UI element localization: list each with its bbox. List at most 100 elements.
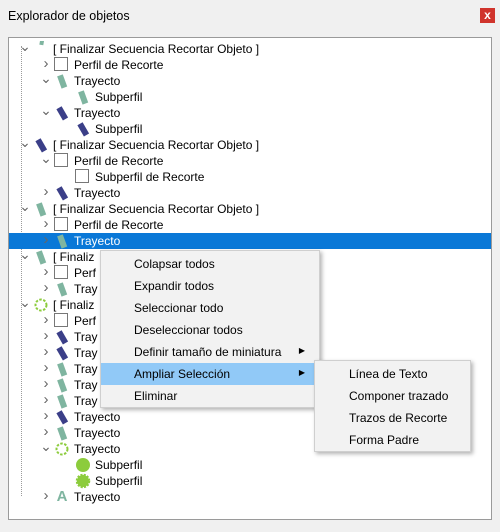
- context-menu-item[interactable]: Eliminar: [101, 385, 319, 407]
- path-segment-icon: [54, 281, 70, 297]
- submenu-arrow-icon: ▶: [298, 368, 305, 377]
- chevron-down-icon[interactable]: ⌄: [38, 103, 54, 121]
- checkbox[interactable]: [54, 153, 68, 167]
- tree-item-label: Perf: [74, 266, 97, 280]
- chevron-down-icon[interactable]: ⌄: [17, 135, 33, 153]
- tree-item-label: [ Finalizar Secuencia Recortar Objeto ]: [53, 42, 260, 56]
- tree-item-label: Tray: [74, 282, 98, 296]
- tree-row[interactable]: ⌄ Perfil de Recorte: [9, 151, 491, 169]
- tree-item-label: Trayecto: [74, 442, 121, 456]
- tree-row[interactable]: Subperfil: [9, 473, 491, 489]
- context-menu-item[interactable]: Ampliar Selección ▶: [101, 363, 319, 385]
- chevron-down-icon[interactable]: ⌄: [38, 71, 54, 89]
- tree-row[interactable]: › Trayecto: [9, 184, 491, 201]
- tree-item-label: Perf: [74, 314, 97, 328]
- context-menu-item[interactable]: Definir tamaño de miniatura ▶: [101, 341, 319, 363]
- path-segment-icon: [54, 233, 70, 249]
- tree-item-label: Subperfil: [95, 122, 143, 136]
- tree-item-label: Tray: [74, 362, 98, 376]
- checkbox[interactable]: [54, 265, 68, 279]
- chevron-down-icon[interactable]: ⌄: [17, 199, 33, 217]
- path-segment-icon: [54, 361, 70, 377]
- menu-item-label: Seleccionar todo: [134, 301, 224, 315]
- submenu-item[interactable]: Forma Padre: [315, 429, 470, 451]
- tree-row[interactable]: › Perfil de Recorte: [9, 56, 491, 73]
- chevron-right-icon[interactable]: ›: [38, 488, 54, 505]
- submenu-item[interactable]: Componer trazado: [315, 385, 470, 407]
- menu-item-label: Definir tamaño de miniatura: [134, 345, 282, 359]
- path-segment-icon: [54, 105, 70, 121]
- tree-item-label: Trayecto: [74, 186, 121, 200]
- checkbox[interactable]: [54, 57, 68, 71]
- tree-item-label: Trayecto: [74, 426, 121, 440]
- tree-row[interactable]: ⌄ Trayecto: [9, 71, 491, 89]
- submenu-item[interactable]: Trazos de Recorte: [315, 407, 470, 429]
- close-icon[interactable]: x: [480, 8, 495, 23]
- path-segment-icon: [75, 121, 91, 137]
- context-menu-item[interactable]: Expandir todos: [101, 275, 319, 297]
- chevron-down-icon[interactable]: ⌄: [17, 295, 33, 313]
- tree-row[interactable]: Subperfil: [9, 457, 491, 473]
- tree-item-label: [ Finalizar Secuencia Recortar Objeto ]: [53, 202, 260, 216]
- tree-item-label: Trayecto: [74, 234, 121, 248]
- tree-row[interactable]: Subperfil: [9, 121, 491, 137]
- chevron-down-icon[interactable]: ⌄: [17, 39, 33, 57]
- chevron-right-icon[interactable]: ›: [38, 184, 54, 201]
- context-menu-item[interactable]: Colapsar todos: [101, 253, 319, 275]
- path-segment-icon: [54, 425, 70, 441]
- tree-item-label: Tray: [74, 378, 98, 392]
- expand-selection-submenu: Línea de Texto Componer trazado Trazos de …: [314, 360, 471, 452]
- tree-item-label: [ Finaliz: [53, 298, 95, 312]
- tree-row[interactable]: Subperfil: [9, 89, 491, 105]
- chevron-down-icon[interactable]: ⌄: [17, 247, 33, 265]
- checkbox[interactable]: [75, 169, 89, 183]
- checkbox[interactable]: [54, 313, 68, 327]
- context-menu-item[interactable]: Deseleccionar todos: [101, 319, 319, 341]
- tree-row[interactable]: Subperfil de Recorte: [9, 169, 491, 185]
- tree-item-label: Perfil de Recorte: [74, 154, 164, 168]
- tree-item-label: [ Finalizar Secuencia Recortar Objeto ]: [53, 138, 260, 152]
- circle-icon: [75, 457, 91, 473]
- tree-row[interactable]: › Perfil de Recorte: [9, 216, 491, 233]
- tree-item-label: Tray: [74, 330, 98, 344]
- path-segment-icon: [54, 329, 70, 345]
- tree-item-label: Trayecto: [74, 490, 121, 504]
- chevron-down-icon[interactable]: ⌄: [38, 151, 54, 169]
- path-segment-icon: [54, 377, 70, 393]
- path-segment-icon: [54, 73, 70, 89]
- tree-row[interactable]: ⌄ [ Finalizar Secuencia Recortar Objeto ]: [9, 135, 491, 153]
- chevron-down-icon[interactable]: ⌄: [38, 439, 54, 457]
- checkbox[interactable]: [54, 217, 68, 231]
- tree-row[interactable]: ⌄ [ Finalizar Secuencia Recortar Objeto ]: [9, 38, 491, 57]
- window-title: Explorador de objetos: [8, 9, 130, 23]
- tree-item-label: Perfil de Recorte: [74, 218, 164, 232]
- tree-item-label: Trayecto: [74, 410, 121, 424]
- path-segment-icon: [75, 89, 91, 105]
- chevron-right-icon[interactable]: ›: [38, 280, 54, 297]
- menu-item-label: Línea de Texto: [349, 367, 428, 381]
- tree-row[interactable]: ⌄ Trayecto: [9, 103, 491, 121]
- tree-item-label: [ Finaliz: [53, 250, 95, 264]
- menu-item-label: Ampliar Selección: [134, 367, 231, 381]
- tree-item-label: Tray: [74, 394, 98, 408]
- submenu-arrow-icon: ▶: [298, 346, 305, 355]
- tree-row[interactable]: › Trayecto: [9, 232, 491, 249]
- tree-item-label: Trayecto: [74, 74, 121, 88]
- tree-item-label: Trayecto: [74, 106, 121, 120]
- tree-row[interactable]: › A Trayecto: [9, 488, 491, 505]
- title-bar: Explorador de objetos x: [0, 0, 500, 32]
- menu-item-label: Trazos de Recorte: [349, 411, 448, 425]
- gear-circle-icon: [75, 473, 91, 489]
- tree-item-label: Perfil de Recorte: [74, 58, 164, 72]
- chevron-right-icon[interactable]: ›: [38, 232, 54, 249]
- menu-item-label: Colapsar todos: [134, 257, 215, 271]
- context-menu-item[interactable]: Seleccionar todo: [101, 297, 319, 319]
- submenu-item[interactable]: Línea de Texto: [315, 363, 470, 385]
- path-segment-icon: [54, 185, 70, 201]
- path-segment-icon: [54, 409, 70, 425]
- circle-outline-icon: [54, 441, 70, 457]
- menu-item-label: Componer trazado: [349, 389, 449, 403]
- menu-item-label: Deseleccionar todos: [134, 323, 243, 337]
- tree-row[interactable]: ⌄ [ Finalizar Secuencia Recortar Objeto ]: [9, 199, 491, 217]
- menu-item-label: Forma Padre: [349, 433, 420, 447]
